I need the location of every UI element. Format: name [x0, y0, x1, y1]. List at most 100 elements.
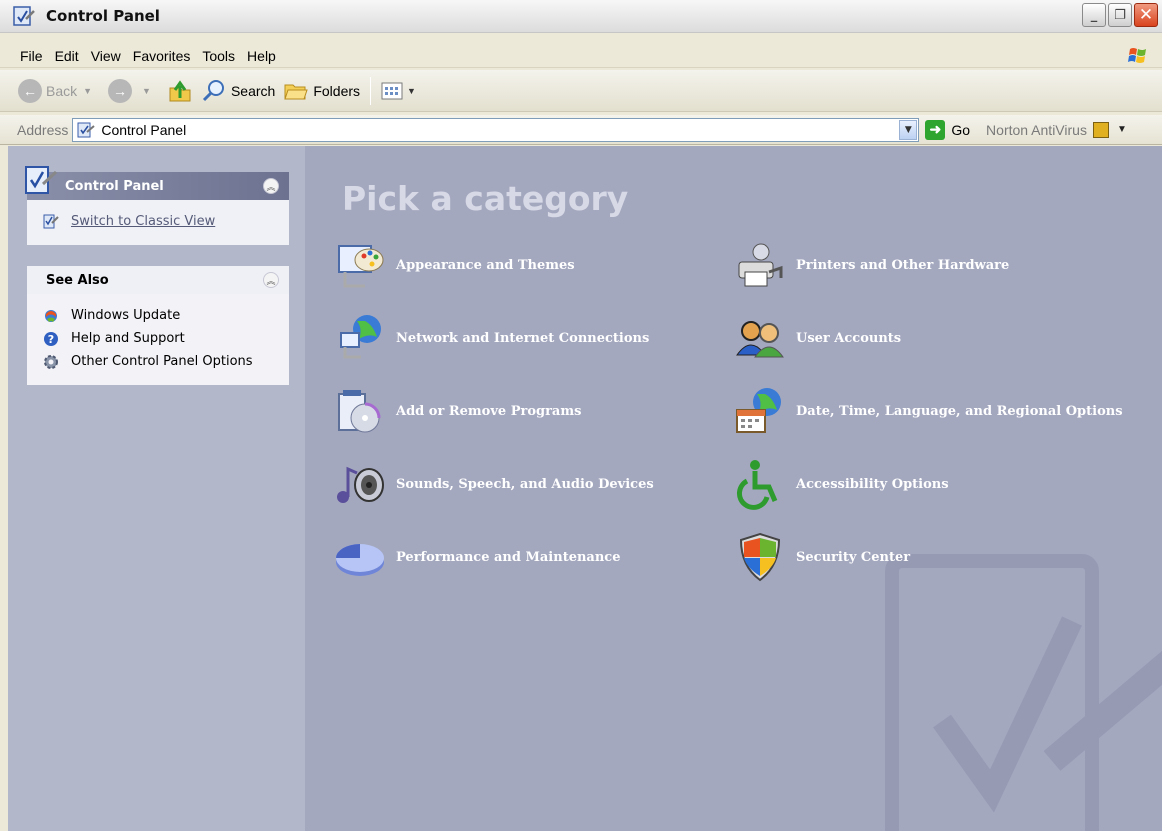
- norton-antivirus-toolbar[interactable]: Norton AntiVirus ▼: [986, 121, 1127, 138]
- search-label: Search: [230, 82, 276, 99]
- help-and-support-link[interactable]: ? Help and Support: [27, 327, 289, 350]
- category-label: Sounds, Speech, and Audio Devices: [396, 476, 654, 492]
- control-panel-box-header[interactable]: Control Panel ︽: [25, 166, 289, 200]
- up-folder-button[interactable]: [163, 76, 197, 106]
- menu-bar: File Edit View Favorites Tools Help: [0, 44, 1162, 68]
- restore-button[interactable]: ❐: [1108, 3, 1132, 27]
- printer-icon: [738, 243, 783, 287]
- category-date-time-language[interactable]: Date, Time, Language, and Regional Optio…: [733, 384, 1123, 438]
- folders-button[interactable]: Folders: [279, 76, 364, 106]
- category-appearance-themes[interactable]: Appearance and Themes: [333, 238, 575, 292]
- appearance-themes-icon: [338, 245, 384, 288]
- category-label: Security Center: [796, 549, 911, 565]
- content-area: Control Panel ︽ Switch to Classic View S…: [8, 146, 1162, 831]
- control-panel-box-body: Switch to Classic View: [27, 200, 289, 245]
- category-performance-maintenance[interactable]: Performance and Maintenance: [333, 530, 621, 584]
- help-icon: ?: [44, 331, 58, 346]
- category-label: Appearance and Themes: [396, 257, 575, 273]
- close-button[interactable]: ✕: [1134, 3, 1158, 27]
- help-and-support-label: Help and Support: [71, 331, 185, 346]
- go-label: Go: [951, 121, 971, 138]
- control-panel-large-icon: [25, 166, 58, 194]
- windows-update-label: Windows Update: [71, 308, 181, 323]
- search-icon: [202, 79, 224, 101]
- menu-tools[interactable]: Tools: [196, 48, 241, 64]
- category-security-center[interactable]: Security Center: [733, 530, 910, 584]
- up-folder-icon: [169, 79, 191, 101]
- windows-update-link[interactable]: Windows Update: [27, 304, 289, 327]
- close-icon: ✕: [1138, 5, 1154, 25]
- category-label: Accessibility Options: [796, 476, 949, 492]
- category-label: Date, Time, Language, and Regional Optio…: [796, 403, 1123, 419]
- back-label: Back: [46, 82, 78, 99]
- date-time-globe-icon: [736, 388, 781, 433]
- address-dropdown-icon[interactable]: ▼: [899, 119, 918, 140]
- search-button[interactable]: Search: [197, 76, 279, 106]
- control-panel-window: Control Panel _ ❐ ✕ File Edit View Favor…: [0, 0, 1162, 831]
- page-heading: Pick a category: [342, 179, 629, 218]
- menu-favorites[interactable]: Favorites: [127, 48, 197, 64]
- collapse-icon[interactable]: ︽: [263, 272, 279, 288]
- see-also-title: See Also: [46, 272, 109, 288]
- see-also-box: See Also ︽ Windows Update ? Help and Sup…: [27, 266, 289, 385]
- menu-help[interactable]: Help: [241, 48, 282, 64]
- accessibility-wheelchair-icon: [736, 460, 778, 510]
- menu-view[interactable]: View: [85, 48, 127, 64]
- task-pane: Control Panel ︽ Switch to Classic View S…: [8, 146, 305, 831]
- svg-text:?: ?: [48, 333, 54, 346]
- collapse-icon[interactable]: ︽: [263, 178, 279, 194]
- see-also-body: Windows Update ? Help and Support Other …: [27, 294, 289, 385]
- control-panel-small-icon: [77, 122, 96, 137]
- address-label: Address: [17, 121, 69, 138]
- views-button[interactable]: ▼: [377, 76, 428, 106]
- title-bar[interactable]: Control Panel _ ❐ ✕: [0, 0, 1162, 33]
- category-accessibility-options[interactable]: Accessibility Options: [733, 457, 949, 511]
- other-options-label: Other Control Panel Options: [71, 354, 253, 369]
- folders-label: Folders: [313, 82, 361, 99]
- performance-pie-icon: [336, 544, 384, 576]
- category-user-accounts[interactable]: User Accounts: [733, 311, 901, 365]
- forward-dropdown-icon[interactable]: ▼: [142, 86, 151, 96]
- category-printers-hardware[interactable]: Printers and Other Hardware: [733, 238, 1009, 292]
- minimize-button[interactable]: _: [1082, 3, 1106, 27]
- toolbar-separator: [370, 76, 372, 105]
- category-label: Printers and Other Hardware: [796, 257, 1010, 273]
- category-label: Add or Remove Programs: [396, 403, 582, 419]
- go-arrow-icon: ➜: [925, 119, 946, 140]
- category-label: Network and Internet Connections: [396, 330, 650, 346]
- control-panel-watermark-icon: [885, 554, 1162, 831]
- go-button[interactable]: ➜ Go: [925, 119, 971, 140]
- security-shield-icon: [739, 532, 781, 582]
- folders-icon: [284, 84, 309, 99]
- menu-edit[interactable]: Edit: [49, 48, 85, 64]
- category-label: User Accounts: [796, 330, 902, 346]
- toolbar: ← Back ▼ → ▼ Search Folders ▼: [0, 70, 1162, 112]
- switch-classic-view-link[interactable]: Switch to Classic View: [27, 210, 289, 233]
- back-arrow-icon: ←: [18, 78, 42, 103]
- back-dropdown-icon[interactable]: ▼: [83, 86, 92, 96]
- forward-arrow-icon: →: [108, 78, 133, 103]
- other-options-link[interactable]: Other Control Panel Options: [27, 350, 289, 373]
- category-sounds-speech-audio[interactable]: Sounds, Speech, and Audio Devices: [333, 457, 654, 511]
- address-value: Control Panel: [101, 121, 187, 138]
- norton-icon: [1092, 121, 1109, 138]
- address-bar: Address Control Panel ▼ ➜ Go Norton Anti…: [0, 115, 1162, 145]
- control-panel-box-title: Control Panel: [65, 178, 164, 194]
- restore-icon: ❐: [1114, 7, 1126, 23]
- control-panel-icon: [12, 5, 36, 27]
- menu-file[interactable]: File: [0, 48, 49, 64]
- back-button[interactable]: ← Back ▼: [14, 76, 104, 106]
- address-input[interactable]: Control Panel ▼: [72, 117, 920, 142]
- add-remove-programs-icon: [338, 390, 381, 433]
- category-label: Performance and Maintenance: [396, 549, 621, 565]
- minimize-icon: _: [1090, 7, 1098, 23]
- norton-dropdown-icon[interactable]: ▼: [1117, 124, 1127, 135]
- control-panel-box: Control Panel ︽ Switch to Classic View: [25, 166, 289, 245]
- category-network-internet[interactable]: Network and Internet Connections: [333, 311, 649, 365]
- window-title: Control Panel: [46, 7, 160, 25]
- user-accounts-icon: [736, 321, 784, 358]
- see-also-header[interactable]: See Also ︽: [27, 266, 289, 294]
- category-add-remove-programs[interactable]: Add or Remove Programs: [333, 384, 581, 438]
- forward-button[interactable]: → ▼: [104, 76, 163, 106]
- gear-icon: [44, 354, 58, 369]
